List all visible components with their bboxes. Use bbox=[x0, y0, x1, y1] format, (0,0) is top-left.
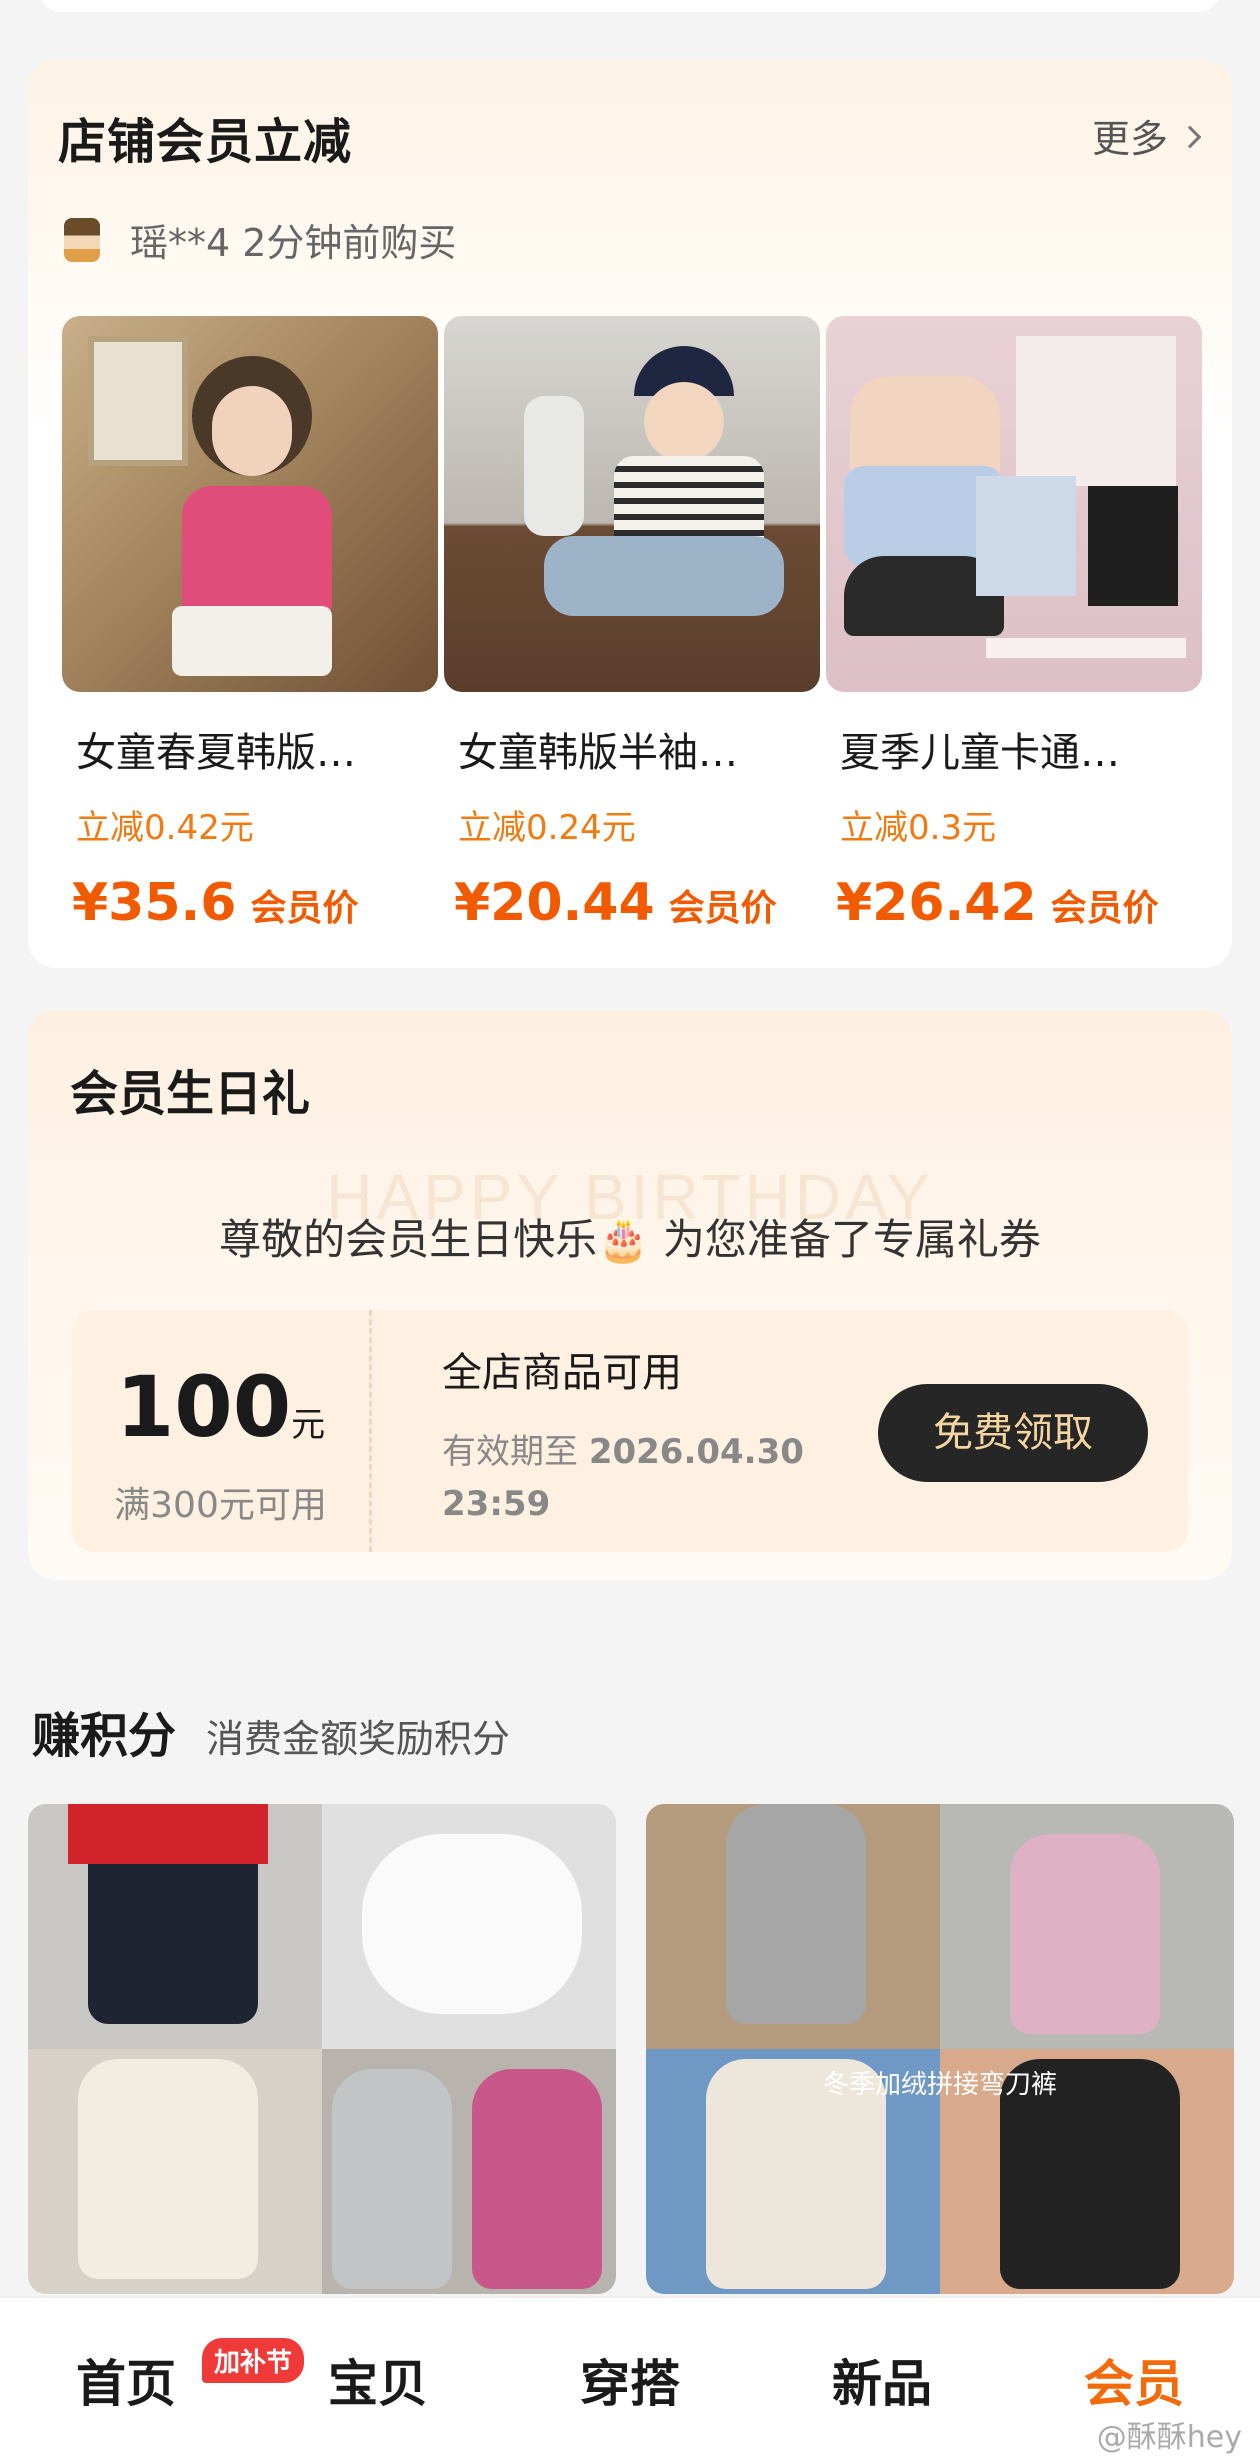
coupon-amount: 100元 bbox=[72, 1358, 369, 1456]
coupon-condition: 满300元可用 bbox=[114, 1485, 327, 1526]
buyer-avatar bbox=[64, 217, 100, 262]
nav-member[interactable]: 会员 bbox=[1008, 2344, 1260, 2416]
nav-new[interactable]: 新品 bbox=[756, 2344, 1008, 2416]
product-card[interactable]: 女童韩版半袖… 立减0.24元 ¥20.44 会员价 bbox=[444, 316, 820, 933]
product-price-row: ¥20.44 会员价 bbox=[454, 873, 820, 933]
product-photo bbox=[940, 1804, 1234, 2049]
product-photo bbox=[646, 1804, 940, 2049]
member-discount-card: 店铺会员立减 更多 瑶**4 2分钟前购买 女童春夏韩版… 立减0.42元 ¥3… bbox=[28, 60, 1232, 968]
section-title: 赚积分 bbox=[32, 1708, 177, 1764]
claim-coupon-button[interactable]: 免费领取 bbox=[878, 1384, 1148, 1482]
member-price-tag: 会员价 bbox=[1050, 888, 1159, 929]
member-birthday-card: 会员生日礼 HAPPY BIRTHDAY 尊敬的会员生日快乐🎂 为您准备了专属礼… bbox=[28, 1010, 1232, 1580]
product-name: 夏季儿童卡通… bbox=[840, 730, 1120, 776]
recent-buyer-text: 瑶**4 2分钟前购买 bbox=[130, 221, 457, 265]
validity-label: 有效期至 bbox=[442, 1432, 578, 1472]
section-title: 店铺会员立减 bbox=[58, 114, 353, 170]
section-title: 会员生日礼 bbox=[70, 1066, 311, 1122]
validity-date: 2026.04.30 bbox=[588, 1432, 804, 1472]
more-label: 更多 bbox=[1091, 117, 1168, 161]
product-photo bbox=[28, 1804, 322, 2049]
corner-watermark: @酥酥hey bbox=[1096, 2420, 1242, 2455]
product-image bbox=[826, 316, 1202, 692]
product-card[interactable]: 女童春夏韩版… 立减0.42元 ¥35.6 会员价 bbox=[62, 316, 438, 933]
validity-time: 23:59 bbox=[442, 1484, 551, 1524]
birthday-message: 尊敬的会员生日快乐🎂 为您准备了专属礼券 bbox=[219, 1215, 1041, 1264]
product-image bbox=[62, 316, 438, 692]
product-name: 女童韩版半袖… bbox=[458, 730, 738, 776]
product-name: 女童春夏韩版… bbox=[76, 730, 356, 776]
previous-card-edge bbox=[40, 0, 1220, 12]
product-discount: 立减0.3元 bbox=[840, 808, 997, 848]
points-product-card[interactable] bbox=[28, 1804, 616, 2294]
image-caption: 冬季加绒拼接弯刀裤 bbox=[822, 2070, 1057, 2100]
product-photo bbox=[322, 1804, 616, 2049]
more-link[interactable]: 更多 bbox=[1091, 108, 1202, 163]
product-price-row: ¥35.6 会员价 bbox=[72, 873, 438, 933]
earn-points-header: 赚积分 消费金额奖励积分 bbox=[32, 1696, 510, 1766]
member-price-tag: 会员价 bbox=[668, 888, 777, 929]
nav-outfits[interactable]: 穿搭 bbox=[504, 2344, 756, 2416]
product-photo bbox=[28, 2049, 322, 2294]
coupon-scope: 全店商品可用 bbox=[442, 1350, 682, 1396]
product-price: ¥26.42 bbox=[836, 873, 1037, 933]
product-price: ¥20.44 bbox=[454, 873, 655, 933]
coupon-validity: 有效期至 2026.04.30 23:59 bbox=[442, 1426, 842, 1530]
section-subtitle: 消费金额奖励积分 bbox=[206, 1717, 511, 1761]
product-card[interactable]: 夏季儿童卡通… 立减0.3元 ¥26.42 会员价 bbox=[826, 316, 1202, 933]
coupon-amount-unit: 元 bbox=[291, 1405, 326, 1445]
coupon-value-panel: 100元 满300元可用 bbox=[72, 1310, 372, 1552]
nav-products[interactable]: 宝贝 bbox=[252, 2344, 504, 2416]
chevron-right-icon bbox=[1178, 125, 1202, 148]
product-discount: 立减0.42元 bbox=[76, 808, 254, 848]
product-price-row: ¥26.42 会员价 bbox=[836, 873, 1202, 933]
bottom-nav: 首页 加补节 宝贝 穿搭 新品 会员 bbox=[0, 2296, 1260, 2464]
points-product-card[interactable]: 冬季加绒拼接弯刀裤 bbox=[646, 1804, 1234, 2294]
product-discount: 立减0.24元 bbox=[458, 808, 636, 848]
birthday-coupon: 100元 满300元可用 全店商品可用 有效期至 2026.04.30 23:5… bbox=[72, 1310, 1188, 1552]
coupon-amount-value: 100 bbox=[115, 1358, 292, 1456]
product-photo bbox=[322, 2049, 616, 2294]
product-image bbox=[444, 316, 820, 692]
product-price: ¥35.6 bbox=[72, 873, 237, 933]
recent-buyer-ticker: 瑶**4 2分钟前购买 bbox=[64, 212, 456, 267]
member-price-tag: 会员价 bbox=[250, 888, 359, 929]
